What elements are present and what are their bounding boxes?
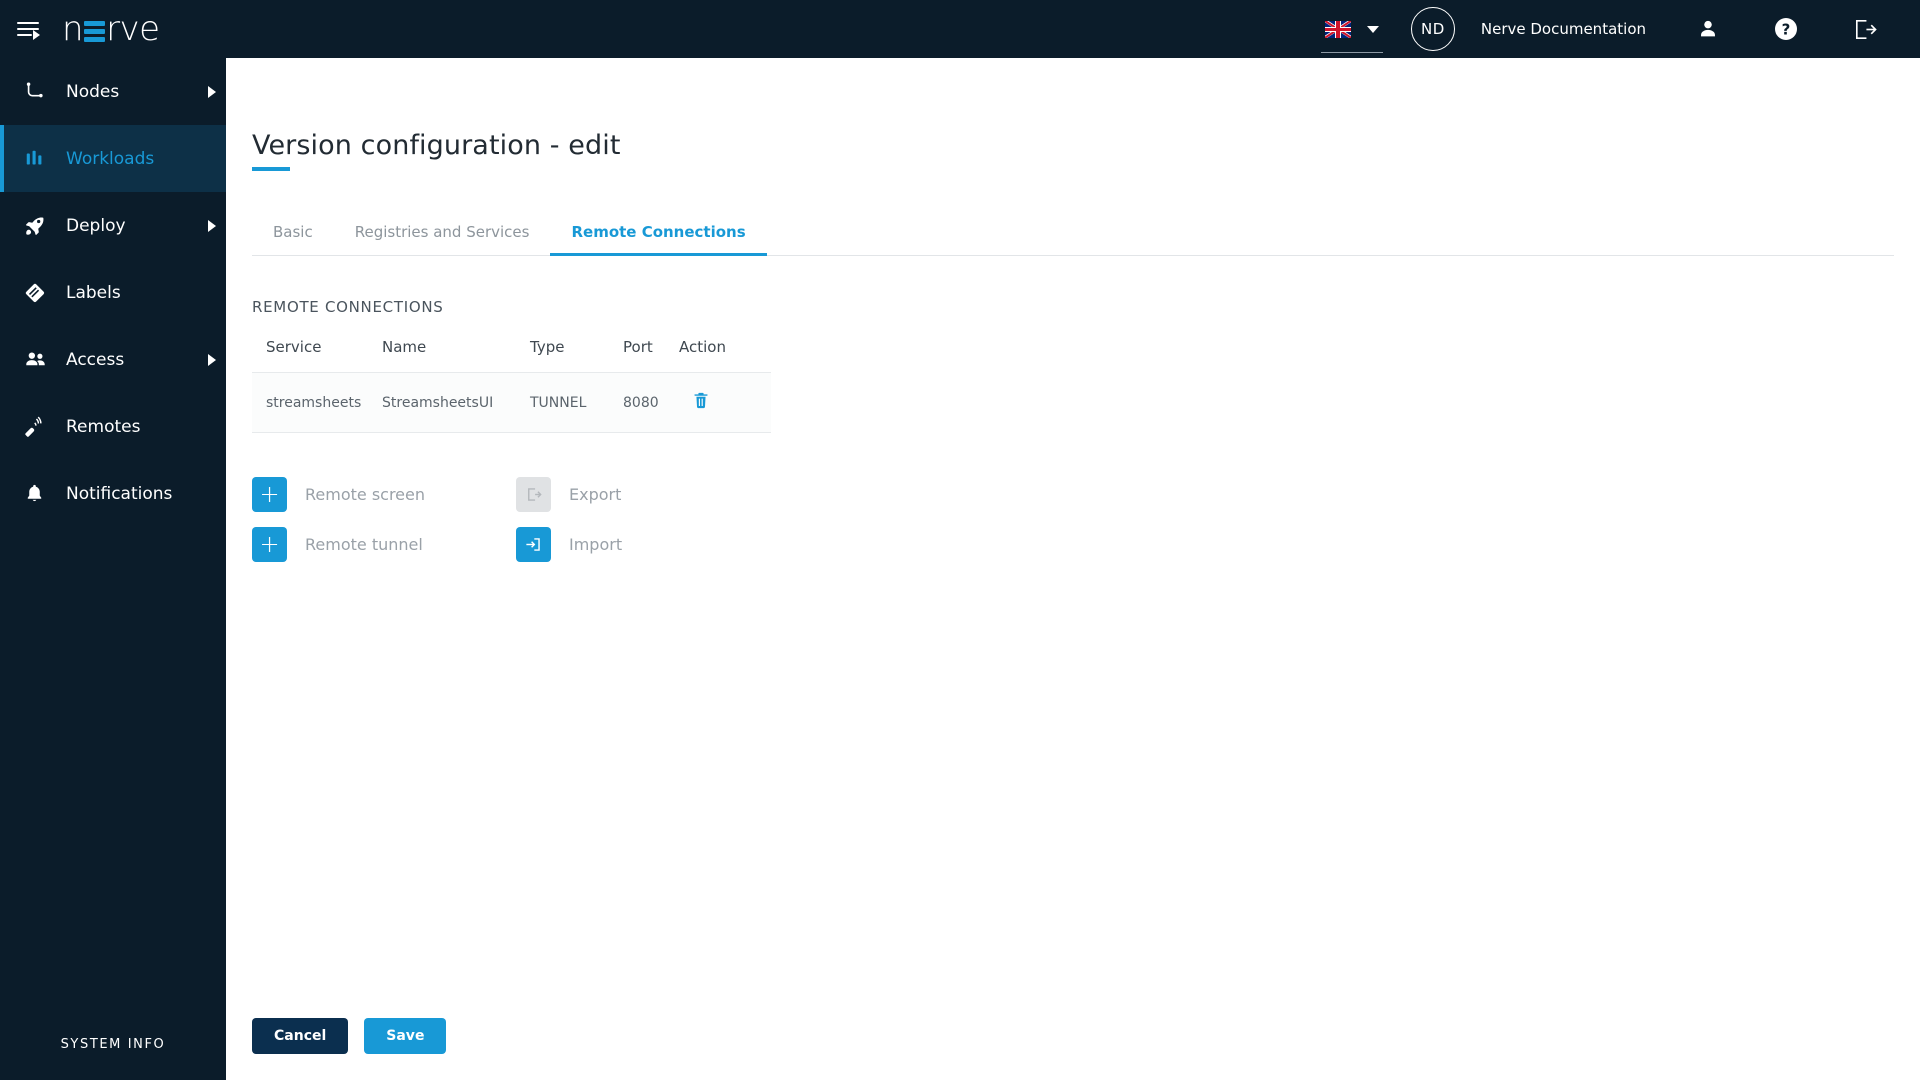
system-info-link[interactable]: SYSTEM INFO: [0, 1037, 226, 1080]
chevron-right-icon: [208, 353, 216, 366]
add-remote-tunnel-label: Remote tunnel: [305, 535, 423, 554]
help-question-icon[interactable]: ?: [1768, 0, 1804, 58]
export-label: Export: [569, 485, 622, 504]
documentation-link[interactable]: Nerve Documentation: [1481, 20, 1646, 38]
language-underline: [1320, 51, 1383, 53]
import-icon: [516, 527, 551, 562]
import-button[interactable]: Import: [516, 527, 1920, 562]
sidebar-item-workloads[interactable]: Workloads: [0, 125, 226, 192]
sidebar-item-deploy[interactable]: Deploy: [0, 192, 226, 259]
sidebar-item-label: Labels: [66, 282, 121, 303]
remotes-icon: [24, 416, 58, 438]
bell-icon: [24, 483, 58, 504]
collapse-arrow-icon: [33, 30, 40, 40]
column-header-action: Action: [679, 338, 771, 373]
person-icon[interactable]: [1690, 0, 1726, 58]
add-remote-screen-label: Remote screen: [305, 485, 426, 504]
application-root: n rve ND Nerve Documentation ? Nodes Wor…: [0, 0, 1920, 1080]
avatar[interactable]: ND: [1410, 7, 1455, 51]
column-header-type: Type: [530, 338, 623, 373]
plus-icon: +: [252, 477, 287, 512]
sidebar-item-access[interactable]: Access: [0, 326, 226, 393]
column-header-service: Service: [252, 338, 382, 373]
import-label: Import: [569, 535, 623, 554]
uk-flag-icon: [1324, 20, 1351, 38]
save-button[interactable]: Save: [364, 1018, 447, 1054]
tab-registries-and-services[interactable]: Registries and Services: [334, 213, 551, 255]
cell-service: streamsheets: [252, 372, 382, 433]
column-header-name: Name: [382, 338, 530, 373]
sidebar-item-label: Nodes: [66, 81, 120, 102]
section-title: REMOTE CONNECTIONS: [252, 298, 444, 316]
trash-delete-icon[interactable]: [693, 392, 709, 409]
actions-grid: + Remote screen Export + Remote tunnel I…: [252, 477, 1920, 562]
export-button[interactable]: Export: [516, 477, 1920, 512]
add-remote-screen-button[interactable]: + Remote screen: [252, 477, 516, 512]
labels-tag-icon: [24, 282, 58, 304]
svg-text:?: ?: [1782, 20, 1791, 38]
chevron-down-icon: [1366, 25, 1379, 33]
tab-bar: Basic Registries and Services Remote Con…: [252, 213, 1894, 256]
add-remote-tunnel-button[interactable]: + Remote tunnel: [252, 527, 516, 562]
avatar-initials: ND: [1420, 20, 1445, 38]
sidebar-item-label: Deploy: [66, 215, 126, 236]
table-row: streamsheets StreamsheetsUI TUNNEL 8080: [252, 372, 771, 433]
tab-remote-connections[interactable]: Remote Connections: [550, 213, 767, 256]
cell-name: StreamsheetsUI: [382, 372, 530, 433]
page-title: Version configuration - edit: [252, 130, 621, 175]
logo-text-left: n: [62, 9, 84, 49]
sidebar-item-label: Workloads: [66, 148, 155, 169]
nerve-logo[interactable]: n rve: [62, 12, 160, 46]
cancel-button[interactable]: Cancel: [252, 1018, 349, 1054]
sidebar-item-nodes[interactable]: Nodes: [0, 58, 226, 125]
column-header-port: Port: [623, 338, 679, 373]
deploy-rocket-icon: [24, 215, 58, 237]
main-content: Version configuration - edit Basic Regis…: [226, 58, 1920, 1080]
main-inner: Version configuration - edit Basic Regis…: [226, 58, 1920, 1080]
chevron-right-icon: [208, 219, 216, 232]
sidebar: Nodes Workloads Deploy Labels Access Rem…: [0, 58, 226, 1080]
table-body: streamsheets StreamsheetsUI TUNNEL 8080: [252, 372, 771, 433]
tab-basic[interactable]: Basic: [252, 213, 334, 255]
plus-icon: +: [252, 527, 287, 562]
footer-buttons: Cancel Save: [252, 1018, 447, 1054]
chevron-right-icon: [208, 85, 216, 98]
logout-icon[interactable]: [1846, 0, 1882, 58]
table-header-row: Service Name Type Port Action: [252, 338, 771, 373]
sidebar-item-labels[interactable]: Labels: [0, 259, 226, 326]
cell-action: [679, 372, 771, 433]
table-header: Service Name Type Port Action: [252, 338, 771, 373]
workloads-icon: [24, 148, 58, 170]
export-icon: [516, 477, 551, 512]
cell-type: TUNNEL: [530, 372, 623, 433]
sidebar-item-remotes[interactable]: Remotes: [0, 393, 226, 460]
sidebar-item-label: Remotes: [66, 416, 141, 437]
hamburger-menu-icon[interactable]: [0, 0, 56, 58]
hamburger-lines: [17, 21, 40, 40]
body-wrapper: Nodes Workloads Deploy Labels Access Rem…: [0, 58, 1920, 1080]
cell-port: 8080: [623, 372, 679, 433]
remote-connections-table: Service Name Type Port Action streamshee…: [252, 338, 771, 433]
logo-e-bars-icon: [84, 17, 106, 42]
logo-text-right: rve: [106, 9, 160, 49]
language-selector[interactable]: [1320, 20, 1383, 53]
top-header-bar: n rve ND Nerve Documentation ?: [0, 0, 1920, 58]
access-users-icon: [24, 348, 58, 371]
sidebar-item-label: Access: [66, 349, 125, 370]
sidebar-item-label: Notifications: [66, 483, 173, 504]
sidebar-nav-list: Nodes Workloads Deploy Labels Access Rem…: [0, 58, 226, 527]
nodes-icon: [24, 81, 58, 103]
sidebar-item-notifications[interactable]: Notifications: [0, 460, 226, 527]
